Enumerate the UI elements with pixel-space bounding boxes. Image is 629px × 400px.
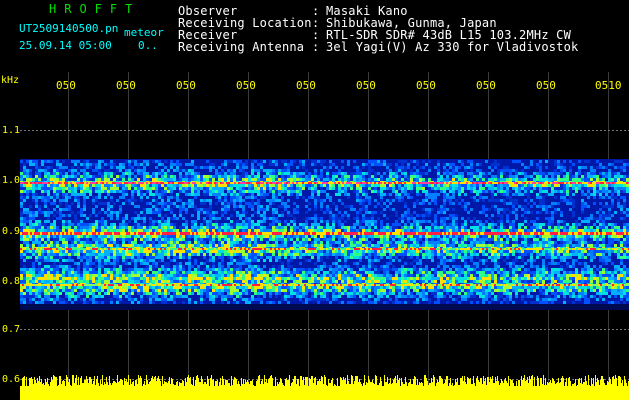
y-tick-label: 1.0 — [2, 175, 21, 186]
y-tick-label: 0.7 — [2, 324, 21, 335]
info-label-antenna: Receiving Antenna — [178, 40, 305, 54]
app-logo: HROFFT — [49, 2, 141, 16]
y-tick-label: 1.1 — [2, 125, 21, 136]
info-sep-antenna: : — [312, 40, 320, 54]
counter-label: 0.. — [138, 39, 158, 52]
spectrogram-canvas — [20, 72, 629, 400]
y-tick-label: 0.9 — [2, 226, 21, 237]
y-tick-label: 0.6 — [2, 374, 21, 385]
datetime-label: 25.09.14 05:00 — [19, 39, 112, 52]
spectrogram-plot — [20, 72, 629, 400]
filename-label: UT2509140500.pn — [19, 22, 119, 35]
info-value-antenna: 3el Yagi(V) Az 330 for Vladivostok — [326, 40, 579, 54]
y-tick-label: 0.8 — [2, 276, 21, 287]
y-axis-unit: kHz — [1, 75, 20, 86]
mode-label: meteor — [124, 26, 164, 39]
power-trace — [20, 375, 629, 400]
